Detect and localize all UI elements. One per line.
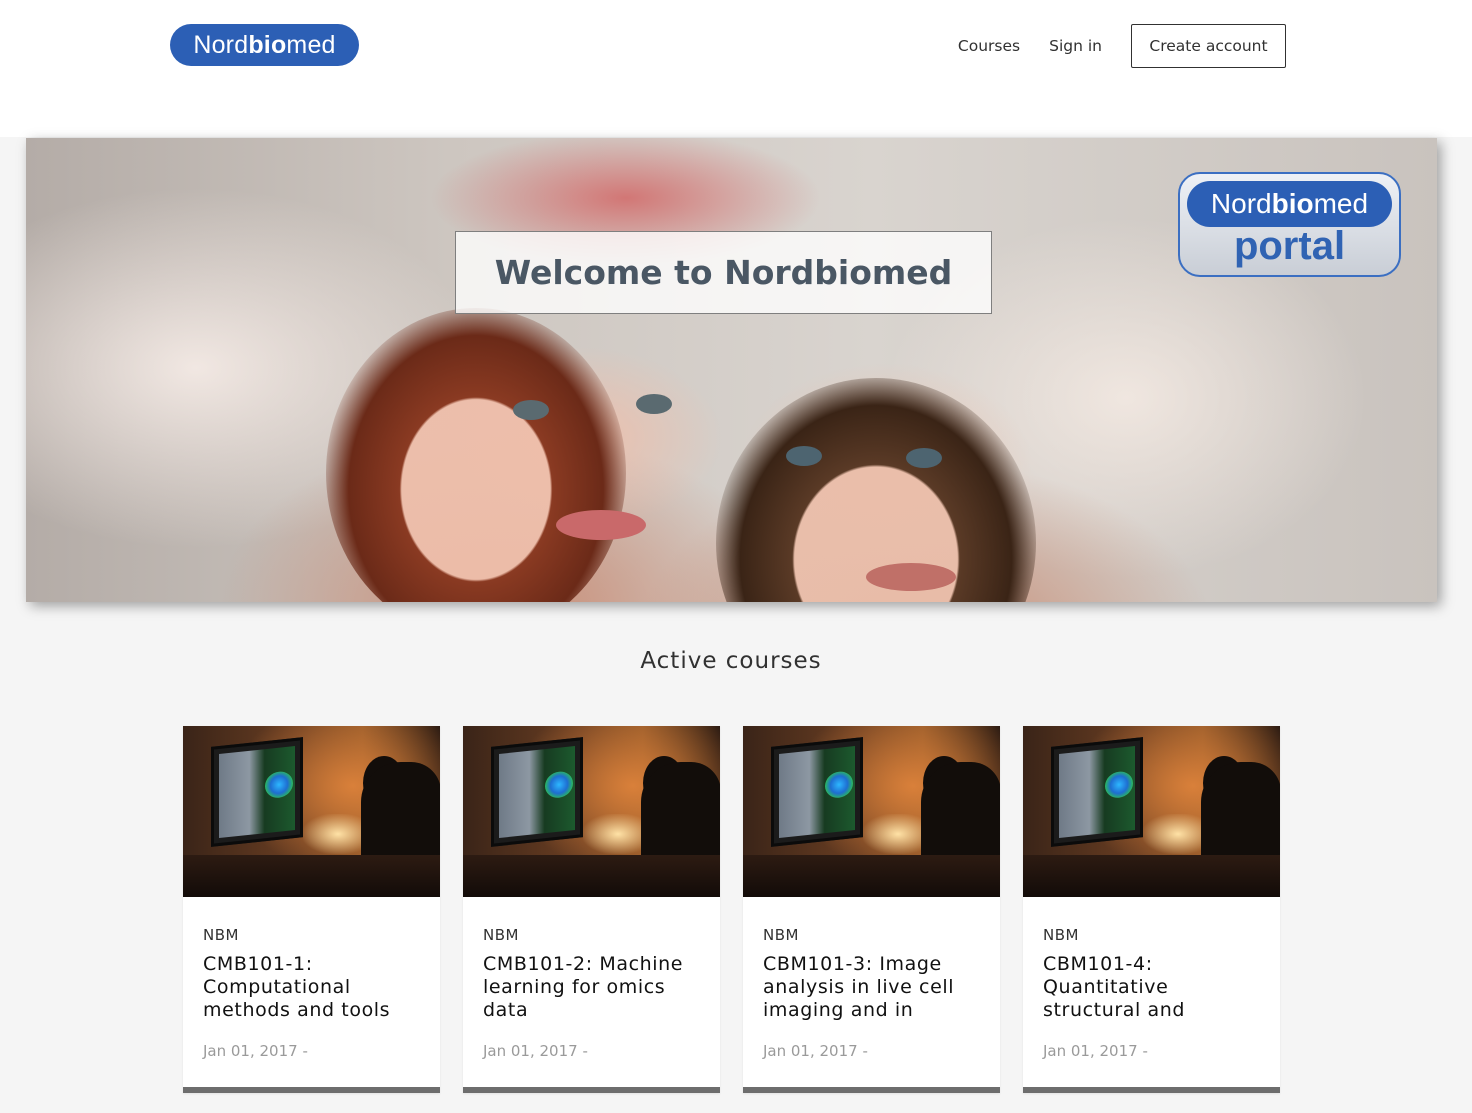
- hero-photo-eye: [636, 394, 672, 414]
- portal-logo-subtitle: portal: [1233, 224, 1346, 268]
- course-card[interactable]: NBM CMB101-2: Machine learning for omics…: [463, 726, 720, 1093]
- portal-logo-suffix: med: [1313, 188, 1369, 219]
- course-card[interactable]: NBM CMB101-1: Computational methods and …: [183, 726, 440, 1093]
- course-title: CBM101-4: Quantitative structural and: [1043, 953, 1186, 1021]
- portal-logo-top: Nord bio med: [1187, 181, 1392, 227]
- course-date: Jan 01, 2017 -: [483, 1042, 588, 1060]
- course-org: NBM: [1043, 926, 1079, 944]
- hero-photo-eye: [513, 400, 549, 420]
- main-nav: Courses Sign in Create account: [958, 24, 1286, 68]
- hero-photo-hair-left: [326, 308, 626, 602]
- course-card-image: [1023, 726, 1280, 897]
- course-date: Jan 01, 2017 -: [1043, 1042, 1148, 1060]
- portal-logo-bold: bio: [1271, 188, 1314, 219]
- course-card-image: [183, 726, 440, 897]
- hero-photo-lips: [866, 563, 956, 591]
- course-card[interactable]: NBM CBM101-4: Quantitative structural an…: [1023, 726, 1280, 1093]
- logo-text-bold: bio: [248, 30, 287, 59]
- course-card-image: [463, 726, 720, 897]
- portal-logo-prefix: Nord: [1210, 188, 1272, 219]
- course-date: Jan 01, 2017 -: [203, 1042, 308, 1060]
- nordbiomed-portal-logo: Nord bio med portal: [1178, 172, 1401, 277]
- hero-photo-eye: [786, 446, 822, 466]
- hero-photo-lips: [556, 510, 646, 540]
- nav-signin-link[interactable]: Sign in: [1049, 37, 1102, 55]
- course-card[interactable]: NBM CBM101-3: Image analysis in live cel…: [743, 726, 1000, 1093]
- course-org: NBM: [203, 926, 239, 944]
- course-card-image: [743, 726, 1000, 897]
- nav-courses-link[interactable]: Courses: [958, 37, 1020, 55]
- site-header: Nord bio med Courses Sign in Create accoun…: [0, 0, 1472, 137]
- logo-text-suffix: med: [286, 30, 336, 59]
- hero-photo-eye: [906, 448, 942, 468]
- course-title: CBM101-3: Image analysis in live cell im…: [763, 953, 955, 1021]
- hero-title-box: Welcome to Nordbiomed: [455, 231, 992, 314]
- active-courses-heading: Active courses: [640, 648, 822, 674]
- course-org: NBM: [483, 926, 519, 944]
- hero-title: Welcome to Nordbiomed: [494, 253, 953, 292]
- logo-text-prefix: Nord: [193, 30, 249, 59]
- course-title: CMB101-2: Machine learning for omics dat…: [483, 953, 684, 1021]
- course-org: NBM: [763, 926, 799, 944]
- course-date: Jan 01, 2017 -: [763, 1042, 868, 1060]
- course-title: CMB101-1: Computational methods and tool…: [203, 953, 391, 1021]
- create-account-button[interactable]: Create account: [1131, 24, 1286, 68]
- hero-banner: Welcome to Nordbiomed Nord bio med portal: [26, 138, 1437, 602]
- nordbiomed-logo[interactable]: Nord bio med: [170, 24, 359, 66]
